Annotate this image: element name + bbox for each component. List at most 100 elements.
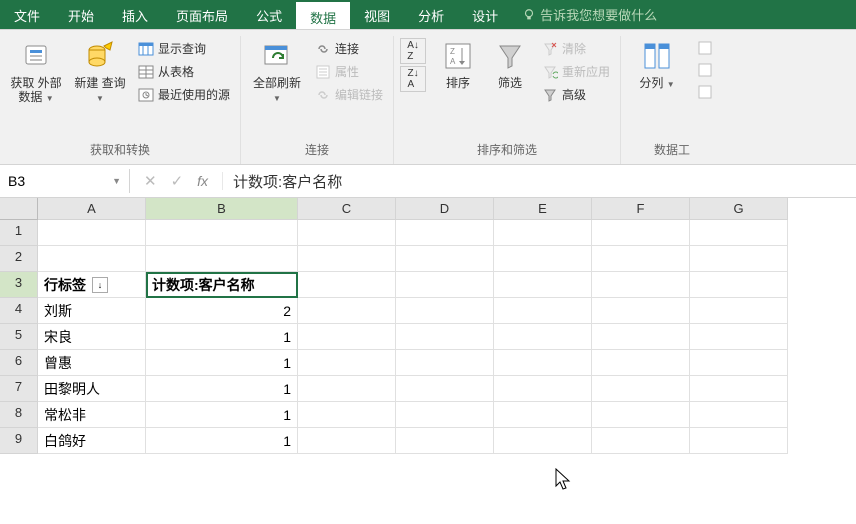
cell[interactable] bbox=[494, 324, 592, 350]
from-table-button[interactable]: 从表格 bbox=[134, 61, 234, 82]
cell[interactable] bbox=[592, 220, 690, 246]
row-header[interactable]: 4 bbox=[0, 298, 38, 324]
col-header-f[interactable]: F bbox=[592, 198, 690, 220]
cell[interactable] bbox=[298, 272, 396, 298]
cell[interactable]: 田黎明人 bbox=[38, 376, 146, 402]
pivot-row-label-header[interactable]: 行标签 ↓ bbox=[38, 272, 146, 298]
cell[interactable] bbox=[396, 246, 494, 272]
cell[interactable]: 1 bbox=[146, 376, 298, 402]
cell[interactable] bbox=[494, 272, 592, 298]
cell[interactable] bbox=[690, 298, 788, 324]
refresh-all-button[interactable]: 全部刷新 ▼ bbox=[247, 38, 307, 107]
sort-asc-button[interactable]: A↓Z bbox=[400, 38, 426, 64]
menu-tab-file[interactable]: 文件 bbox=[0, 0, 54, 29]
dt-small-3[interactable] bbox=[693, 82, 717, 102]
cell[interactable] bbox=[396, 350, 494, 376]
cell[interactable] bbox=[592, 246, 690, 272]
row-header[interactable]: 7 bbox=[0, 376, 38, 402]
cell[interactable] bbox=[298, 298, 396, 324]
cell[interactable] bbox=[396, 298, 494, 324]
menu-tab-design[interactable]: 设计 bbox=[458, 0, 512, 29]
properties-button[interactable]: 属性 bbox=[311, 61, 387, 82]
cell[interactable] bbox=[396, 402, 494, 428]
pivot-value-header[interactable]: 计数项:客户名称 bbox=[146, 272, 298, 298]
row-header[interactable]: 5 bbox=[0, 324, 38, 350]
cancel-formula-button[interactable]: ✕ bbox=[144, 172, 157, 190]
cell[interactable] bbox=[298, 324, 396, 350]
cell[interactable] bbox=[690, 272, 788, 298]
confirm-formula-button[interactable]: ✓ bbox=[171, 172, 184, 190]
menu-tab-data[interactable]: 数据 bbox=[296, 0, 350, 29]
cell[interactable] bbox=[494, 350, 592, 376]
menu-tab-insert[interactable]: 插入 bbox=[108, 0, 162, 29]
select-all-corner[interactable] bbox=[0, 198, 38, 220]
row-header[interactable]: 3 bbox=[0, 272, 38, 298]
reapply-button[interactable]: 重新应用 bbox=[538, 61, 614, 82]
row-header[interactable]: 9 bbox=[0, 428, 38, 454]
row-header[interactable]: 2 bbox=[0, 246, 38, 272]
cell[interactable]: 刘斯 bbox=[38, 298, 146, 324]
menu-tab-view[interactable]: 视图 bbox=[350, 0, 404, 29]
filter-dropdown-button[interactable]: ↓ bbox=[92, 277, 108, 293]
show-queries-button[interactable]: 显示查询 bbox=[134, 38, 234, 59]
cell[interactable] bbox=[396, 272, 494, 298]
cell[interactable] bbox=[592, 298, 690, 324]
cell[interactable] bbox=[146, 246, 298, 272]
col-header-e[interactable]: E bbox=[494, 198, 592, 220]
cell[interactable] bbox=[592, 428, 690, 454]
cell[interactable] bbox=[298, 428, 396, 454]
cell[interactable] bbox=[396, 220, 494, 246]
cell[interactable] bbox=[38, 220, 146, 246]
cell[interactable] bbox=[592, 376, 690, 402]
cell[interactable] bbox=[396, 376, 494, 402]
cell[interactable] bbox=[592, 272, 690, 298]
sheet-grid[interactable]: A B C D E F G 1 2 3 行标签 ↓ 计数项:客户名称 4 刘斯 … bbox=[0, 198, 856, 454]
cell[interactable]: 曾惠 bbox=[38, 350, 146, 376]
cell[interactable] bbox=[690, 376, 788, 402]
cell[interactable] bbox=[298, 402, 396, 428]
name-box[interactable]: B3 ▼ bbox=[0, 169, 130, 193]
col-header-b[interactable]: B bbox=[146, 198, 298, 220]
cell[interactable] bbox=[690, 246, 788, 272]
cell[interactable] bbox=[592, 324, 690, 350]
col-header-d[interactable]: D bbox=[396, 198, 494, 220]
menu-tab-home[interactable]: 开始 bbox=[54, 0, 108, 29]
row-header[interactable]: 6 bbox=[0, 350, 38, 376]
cell[interactable]: 1 bbox=[146, 324, 298, 350]
cell[interactable] bbox=[298, 350, 396, 376]
cell[interactable] bbox=[298, 220, 396, 246]
dt-small-2[interactable] bbox=[693, 60, 717, 80]
cell[interactable]: 常松非 bbox=[38, 402, 146, 428]
cell[interactable] bbox=[38, 246, 146, 272]
cell[interactable] bbox=[690, 324, 788, 350]
cell[interactable] bbox=[690, 220, 788, 246]
row-header[interactable]: 1 bbox=[0, 220, 38, 246]
cell[interactable] bbox=[690, 428, 788, 454]
menu-tab-analyze[interactable]: 分析 bbox=[404, 0, 458, 29]
filter-button[interactable]: 筛选 bbox=[486, 38, 534, 92]
cell[interactable] bbox=[396, 428, 494, 454]
cell[interactable] bbox=[592, 402, 690, 428]
advanced-filter-button[interactable]: 高级 bbox=[538, 84, 614, 105]
sort-desc-button[interactable]: Z↓A bbox=[400, 66, 426, 92]
cell[interactable] bbox=[494, 246, 592, 272]
new-query-button[interactable]: 新建 查询 ▼ bbox=[70, 38, 130, 107]
row-header[interactable]: 8 bbox=[0, 402, 38, 428]
cell[interactable] bbox=[494, 376, 592, 402]
cell[interactable] bbox=[494, 402, 592, 428]
menu-tab-formula[interactable]: 公式 bbox=[242, 0, 296, 29]
cell[interactable] bbox=[298, 246, 396, 272]
edit-links-button[interactable]: 编辑链接 bbox=[311, 84, 387, 105]
cell[interactable] bbox=[494, 298, 592, 324]
clear-filter-button[interactable]: 清除 bbox=[538, 38, 614, 59]
cell[interactable] bbox=[298, 376, 396, 402]
col-header-a[interactable]: A bbox=[38, 198, 146, 220]
cell[interactable]: 白鸽好 bbox=[38, 428, 146, 454]
sort-button[interactable]: ZA 排序 bbox=[434, 38, 482, 92]
tell-me-box[interactable]: 告诉我您想要做什么 bbox=[512, 0, 856, 29]
insert-function-button[interactable]: fx bbox=[197, 173, 208, 189]
col-header-g[interactable]: G bbox=[690, 198, 788, 220]
text-to-columns-button[interactable]: 分列 ▼ bbox=[627, 38, 687, 92]
cell[interactable]: 1 bbox=[146, 402, 298, 428]
connections-button[interactable]: 连接 bbox=[311, 38, 387, 59]
